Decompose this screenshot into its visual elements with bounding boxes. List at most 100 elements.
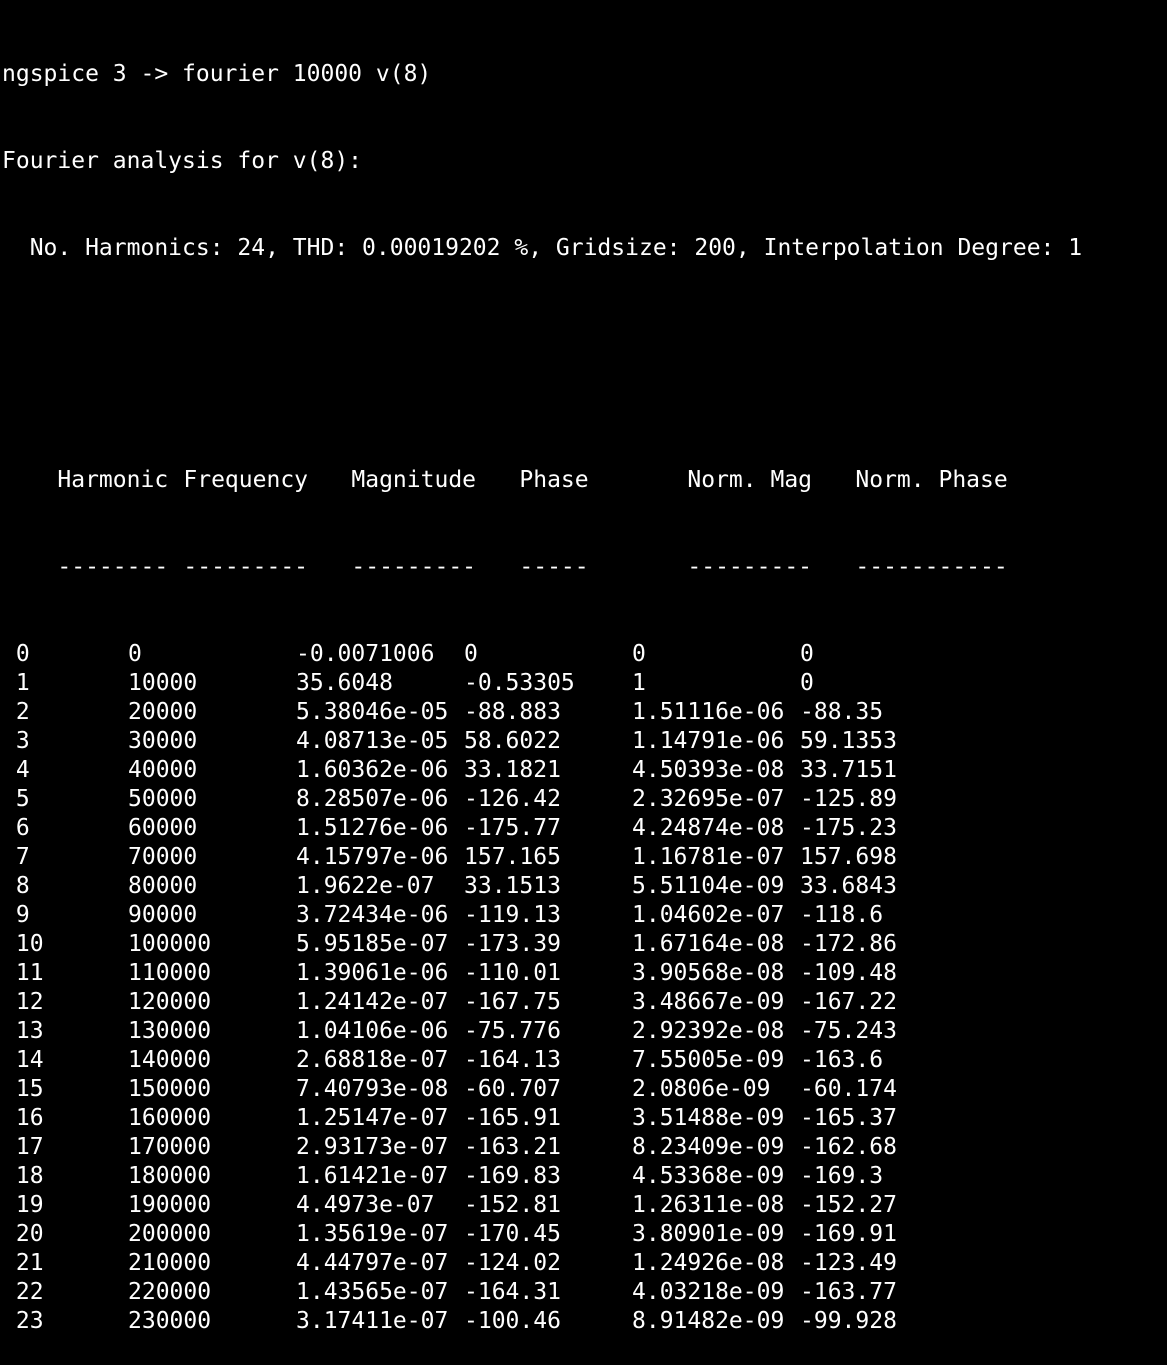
table-row: 13 130000 1.04106e-06 -75.776 2.92392e-08 -75… [2,1017,1165,1046]
harmonic-cell: 14 [2,1047,44,1073]
frequency-cell: 170000 [128,1134,212,1160]
harmonic-cell: 21 [2,1250,44,1276]
norm-mag-cell: 1.04602e-07 [632,902,785,928]
frequency-cell: 20000 [128,699,198,725]
norm-phase-cell: 33.6843 [800,873,897,899]
phase-cell: -119.13 [464,902,561,928]
phase-cell: -100.46 [464,1308,561,1334]
phase-cell: -60.707 [464,1076,561,1102]
phase-cell: -167.75 [464,989,561,1015]
harmonic-cell: 13 [2,1018,44,1044]
table-row: 7 70000 4.15797e-06 157.165 1.16781e-07 157.6… [2,843,1165,872]
phase-cell: -165.91 [464,1105,561,1131]
norm-phase-cell: -162.68 [800,1134,897,1160]
table-row: 23 230000 3.17411e-07 -100.46 8.91482e-09 -99… [2,1307,1165,1336]
terminal-output[interactable]: ngspice 3 -> fourier 10000 v(8) Fourier … [2,2,1165,1365]
separator: ----------- [855,554,1008,580]
magnitude-cell: 35.6048 [296,670,393,696]
magnitude-cell: 5.38046e-05 [296,699,449,725]
harmonic-cell: 23 [2,1308,44,1334]
norm-mag-cell: 0 [632,641,646,667]
table-row: 4 40000 1.60362e-06 33.1821 4.50393e-08 33.71… [2,756,1165,785]
norm-mag-cell: 3.90568e-08 [632,960,785,986]
frequency-cell: 80000 [128,873,198,899]
table-row: 11 110000 1.39061e-06 -110.01 3.90568e-08 -10… [2,959,1165,988]
norm-phase-cell: 33.7151 [800,757,897,783]
table-row: 17 170000 2.93173e-07 -163.21 8.23409e-09 -16… [2,1133,1165,1162]
norm-mag-cell: 1.26311e-08 [632,1192,785,1218]
frequency-cell: 140000 [128,1047,212,1073]
magnitude-cell: 3.17411e-07 [296,1308,449,1334]
magnitude-cell: 1.25147e-07 [296,1105,449,1131]
separator: --------- [351,554,477,580]
norm-mag-cell: 1.14791e-06 [632,728,785,754]
table-row: 6 60000 1.51276e-06 -175.77 4.24874e-08 -175.… [2,814,1165,843]
magnitude-cell: 1.35619e-07 [296,1221,449,1247]
frequency-cell: 150000 [128,1076,212,1102]
norm-mag-cell: 3.80901e-09 [632,1221,785,1247]
separator: ----- [519,554,589,580]
frequency-cell: 30000 [128,728,198,754]
table-row: 22 220000 1.43565e-07 -164.31 4.03218e-09 -16… [2,1278,1165,1307]
separator: --------- [183,554,309,580]
magnitude-cell: 7.40793e-08 [296,1076,449,1102]
frequency-cell: 190000 [128,1192,212,1218]
magnitude-cell: 1.9622e-07 [296,873,435,899]
norm-phase-cell: -125.89 [800,786,897,812]
frequency-cell: 70000 [128,844,198,870]
phase-cell: -152.81 [464,1192,561,1218]
harmonic-cell: 19 [2,1192,44,1218]
norm-mag-cell: 4.03218e-09 [632,1279,785,1305]
table-row: 18 180000 1.61421e-07 -169.83 4.53368e-09 -16… [2,1162,1165,1191]
norm-mag-cell: 1.67164e-08 [632,931,785,957]
frequency-cell: 200000 [128,1221,212,1247]
harmonic-cell: 1 [2,670,30,696]
frequency-cell: 210000 [128,1250,212,1276]
frequency-cell: 0 [128,641,142,667]
phase-cell: 58.6022 [464,728,561,754]
frequency-cell: 160000 [128,1105,212,1131]
frequency-cell: 230000 [128,1308,212,1334]
magnitude-cell: 1.61421e-07 [296,1163,449,1189]
header-frequency: Frequency [183,467,309,493]
table-row: 3 30000 4.08713e-05 58.6022 1.14791e-06 59.13… [2,727,1165,756]
magnitude-cell: 1.39061e-06 [296,960,449,986]
norm-phase-cell: -88.35 [800,699,884,725]
magnitude-cell: 4.15797e-06 [296,844,449,870]
magnitude-cell: 2.93173e-07 [296,1134,449,1160]
phase-cell: -110.01 [464,960,561,986]
norm-mag-cell: 1.16781e-07 [632,844,785,870]
harmonic-cell: 0 [2,641,30,667]
frequency-cell: 220000 [128,1279,212,1305]
table-separator-row: -------- --------- --------- ----- ---------… [2,524,1165,580]
harmonic-cell: 4 [2,757,30,783]
harmonic-cell: 16 [2,1105,44,1131]
separator: --------- [687,554,813,580]
phase-cell: 0 [464,641,478,667]
table-row: 8 80000 1.9622e-07 33.1513 5.51104e-09 33.684… [2,872,1165,901]
magnitude-cell: 1.04106e-06 [296,1018,449,1044]
norm-mag-cell: 5.51104e-09 [632,873,785,899]
table-row: 1 10000 35.6048 -0.53305 1 0 [2,669,1165,698]
frequency-cell: 50000 [128,786,198,812]
magnitude-cell: 1.24142e-07 [296,989,449,1015]
norm-mag-cell: 8.91482e-09 [632,1308,785,1334]
table-row: 0 0 -0.0071006 0 0 0 [2,640,1165,669]
harmonic-cell: 2 [2,699,30,725]
phase-cell: -173.39 [464,931,561,957]
norm-mag-cell: 2.0806e-09 [632,1076,771,1102]
norm-mag-cell: 7.55005e-09 [632,1047,785,1073]
magnitude-cell: 1.60362e-06 [296,757,449,783]
table-row: 5 50000 8.28507e-06 -126.42 2.32695e-07 -125.… [2,785,1165,814]
phase-cell: -169.83 [464,1163,561,1189]
norm-mag-cell: 3.48667e-09 [632,989,785,1015]
magnitude-cell: 4.08713e-05 [296,728,449,754]
norm-phase-cell: -163.6 [800,1047,884,1073]
frequency-cell: 130000 [128,1018,212,1044]
norm-phase-cell: -118.6 [800,902,884,928]
magnitude-cell: 4.44797e-07 [296,1250,449,1276]
header-harmonic: Harmonic [57,467,169,493]
header-norm-phase: Norm. Phase [855,467,1008,493]
harmonic-cell: 11 [2,960,44,986]
norm-phase-cell: -169.3 [800,1163,884,1189]
